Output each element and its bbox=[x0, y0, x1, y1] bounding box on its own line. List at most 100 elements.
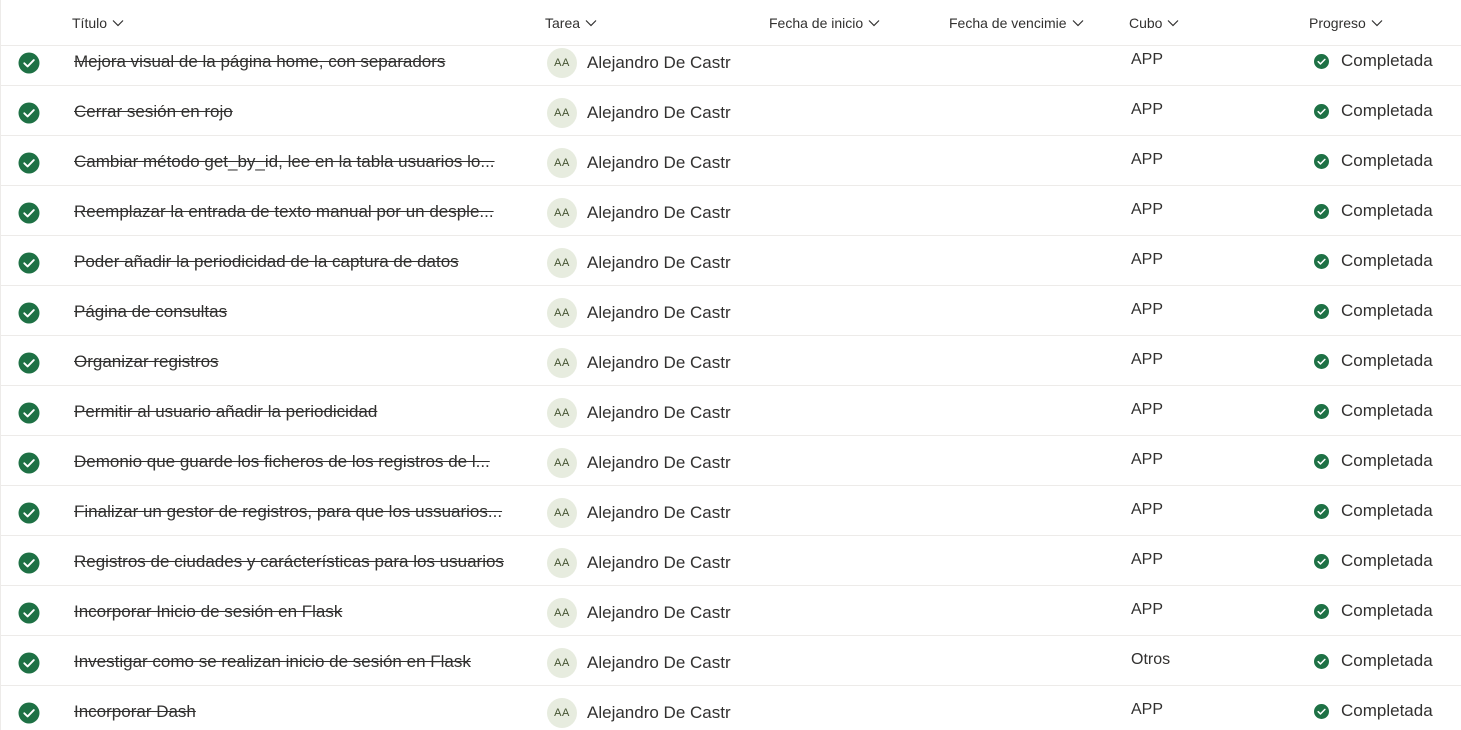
task-row[interactable]: Demonio que guarde los ficheros de los r… bbox=[1, 436, 1461, 486]
task-assignee[interactable]: AA Alejandro De Castr bbox=[547, 348, 731, 378]
task-row[interactable]: Incorporar Inicio de sesión en Flask AA Al… bbox=[1, 586, 1461, 636]
task-assignee[interactable]: AA Alejandro De Castr bbox=[547, 198, 731, 228]
task-title[interactable]: Página de consultas bbox=[74, 302, 510, 322]
check-circle-icon bbox=[1314, 53, 1329, 69]
task-progress[interactable]: Completada bbox=[1314, 501, 1433, 521]
task-row[interactable]: Poder añadir la periodicidad de la captu… bbox=[1, 236, 1461, 286]
check-circle-icon[interactable] bbox=[18, 252, 40, 274]
task-progress[interactable]: Completada bbox=[1314, 251, 1433, 271]
task-row[interactable]: Incorporar Dash AA Alejandro De Castr APP Co… bbox=[1, 686, 1461, 730]
task-bucket: APP bbox=[1131, 701, 1164, 718]
check-circle-icon bbox=[1314, 303, 1329, 319]
task-title[interactable]: Poder añadir la periodicidad de la captu… bbox=[74, 252, 510, 272]
column-header-progress[interactable]: Progreso bbox=[1309, 12, 1384, 34]
column-header-row: Título Tarea Fecha de inicio Fecha de ve… bbox=[1, 0, 1461, 46]
check-circle-icon[interactable] bbox=[18, 202, 40, 224]
task-row[interactable]: Página de consultas AA Alejandro De Castr A… bbox=[1, 286, 1461, 336]
task-assignee[interactable]: AA Alejandro De Castr bbox=[547, 698, 731, 728]
task-assignee[interactable]: AA Alejandro De Castr bbox=[547, 298, 731, 328]
task-progress[interactable]: Completada bbox=[1314, 151, 1433, 171]
task-row[interactable]: Organizar registros AA Alejandro De Castr A… bbox=[1, 336, 1461, 386]
task-assignee[interactable]: AA Alejandro De Castr bbox=[547, 148, 731, 178]
task-progress[interactable]: Completada bbox=[1314, 351, 1433, 371]
task-title[interactable]: Finalizar un gestor de registros, para q… bbox=[74, 502, 510, 522]
task-assignee[interactable]: AA Alejandro De Castr bbox=[547, 598, 731, 628]
task-assignee[interactable]: AA Alejandro De Castr bbox=[547, 98, 731, 128]
avatar: AA bbox=[547, 548, 577, 578]
task-progress[interactable]: Completada bbox=[1314, 51, 1433, 71]
avatar: AA bbox=[547, 448, 577, 478]
task-title[interactable]: Demonio que guarde los ficheros de los r… bbox=[74, 452, 510, 472]
task-assignee[interactable]: AA Alejandro De Castr bbox=[547, 448, 731, 478]
check-circle-icon[interactable] bbox=[18, 552, 40, 574]
check-circle-icon bbox=[1314, 703, 1329, 719]
assignee-name: Alejandro De Castr bbox=[587, 603, 731, 622]
task-row[interactable]: Registros de ciudades y carácterísticas … bbox=[1, 536, 1461, 586]
task-title[interactable]: Organizar registros bbox=[74, 352, 510, 372]
check-circle-icon[interactable] bbox=[18, 602, 40, 624]
task-assignee[interactable]: AA Alejandro De Castr bbox=[547, 498, 731, 528]
task-title[interactable]: Reemplazar la entrada de texto manual po… bbox=[74, 202, 510, 222]
check-circle-icon[interactable] bbox=[18, 502, 40, 524]
task-title[interactable]: Permitir al usuario añadir la periodicid… bbox=[74, 402, 510, 422]
task-assignee[interactable]: AA Alejandro De Castr bbox=[547, 48, 731, 78]
task-bucket: APP bbox=[1131, 201, 1164, 218]
column-header-bucket[interactable]: Cubo bbox=[1129, 12, 1180, 34]
check-circle-icon[interactable] bbox=[18, 302, 40, 324]
task-title[interactable]: Mejora visual de la página home, con sep… bbox=[74, 52, 510, 72]
column-header-title[interactable]: Título bbox=[72, 12, 125, 34]
task-row[interactable]: Investigar como se realizan inicio de se… bbox=[1, 636, 1461, 686]
task-progress[interactable]: Completada bbox=[1314, 301, 1433, 321]
task-bucket: APP bbox=[1131, 401, 1164, 418]
avatar: AA bbox=[547, 698, 577, 728]
assignee-name: Alejandro De Castr bbox=[587, 703, 731, 722]
task-progress[interactable]: Completada bbox=[1314, 701, 1433, 721]
progress-label: Completada bbox=[1341, 151, 1433, 170]
task-row[interactable]: Cambiar método get_by_id, lee en la tabl… bbox=[1, 136, 1461, 186]
task-progress[interactable]: Completada bbox=[1314, 451, 1433, 471]
task-progress[interactable]: Completada bbox=[1314, 601, 1433, 621]
progress-label: Completada bbox=[1341, 251, 1433, 270]
avatar: AA bbox=[547, 298, 577, 328]
task-row[interactable]: Cerrar sesión en rojo AA Alejandro De Cast… bbox=[1, 86, 1461, 136]
check-circle-icon[interactable] bbox=[18, 102, 40, 124]
column-header-task[interactable]: Tarea bbox=[545, 12, 598, 34]
task-title[interactable]: Cerrar sesión en rojo bbox=[74, 102, 510, 122]
check-circle-icon bbox=[1314, 353, 1329, 369]
task-title[interactable]: Registros de ciudades y carácterísticas … bbox=[74, 552, 510, 572]
task-bucket: APP bbox=[1131, 151, 1164, 168]
task-title[interactable]: Investigar como se realizan inicio de se… bbox=[74, 652, 510, 672]
task-progress[interactable]: Completada bbox=[1314, 101, 1433, 121]
check-circle-icon[interactable] bbox=[18, 652, 40, 674]
check-circle-icon[interactable] bbox=[18, 152, 40, 174]
progress-label: Completada bbox=[1341, 451, 1433, 470]
task-progress[interactable]: Completada bbox=[1314, 651, 1433, 671]
avatar: AA bbox=[547, 598, 577, 628]
check-circle-icon[interactable] bbox=[18, 352, 40, 374]
task-assignee[interactable]: AA Alejandro De Castr bbox=[547, 548, 731, 578]
task-progress[interactable]: Completada bbox=[1314, 401, 1433, 421]
avatar: AA bbox=[547, 248, 577, 278]
task-row[interactable]: Finalizar un gestor de registros, para q… bbox=[1, 486, 1461, 536]
progress-label: Completada bbox=[1341, 501, 1433, 520]
task-title[interactable]: Cambiar método get_by_id, lee en la tabl… bbox=[74, 152, 510, 172]
task-assignee[interactable]: AA Alejandro De Castr bbox=[547, 648, 731, 678]
column-header-start-date[interactable]: Fecha de inicio bbox=[769, 12, 881, 34]
task-assignee[interactable]: AA Alejandro De Castr bbox=[547, 398, 731, 428]
task-row[interactable]: Permitir al usuario añadir la periodicid… bbox=[1, 386, 1461, 436]
task-progress[interactable]: Completada bbox=[1314, 551, 1433, 571]
check-circle-icon[interactable] bbox=[18, 702, 40, 724]
task-progress[interactable]: Completada bbox=[1314, 201, 1433, 221]
check-circle-icon bbox=[1314, 453, 1329, 469]
column-header-title-label: Título bbox=[72, 15, 108, 31]
check-circle-icon[interactable] bbox=[18, 452, 40, 474]
task-title[interactable]: Incorporar Dash bbox=[74, 702, 510, 722]
check-circle-icon[interactable] bbox=[18, 52, 40, 74]
assignee-name: Alejandro De Castr bbox=[587, 453, 731, 472]
task-row[interactable]: Reemplazar la entrada de texto manual po… bbox=[1, 186, 1461, 236]
task-title[interactable]: Incorporar Inicio de sesión en Flask bbox=[74, 602, 510, 622]
avatar: AA bbox=[547, 648, 577, 678]
task-assignee[interactable]: AA Alejandro De Castr bbox=[547, 248, 731, 278]
check-circle-icon[interactable] bbox=[18, 402, 40, 424]
column-header-due-date[interactable]: Fecha de vencimie bbox=[949, 12, 1085, 34]
